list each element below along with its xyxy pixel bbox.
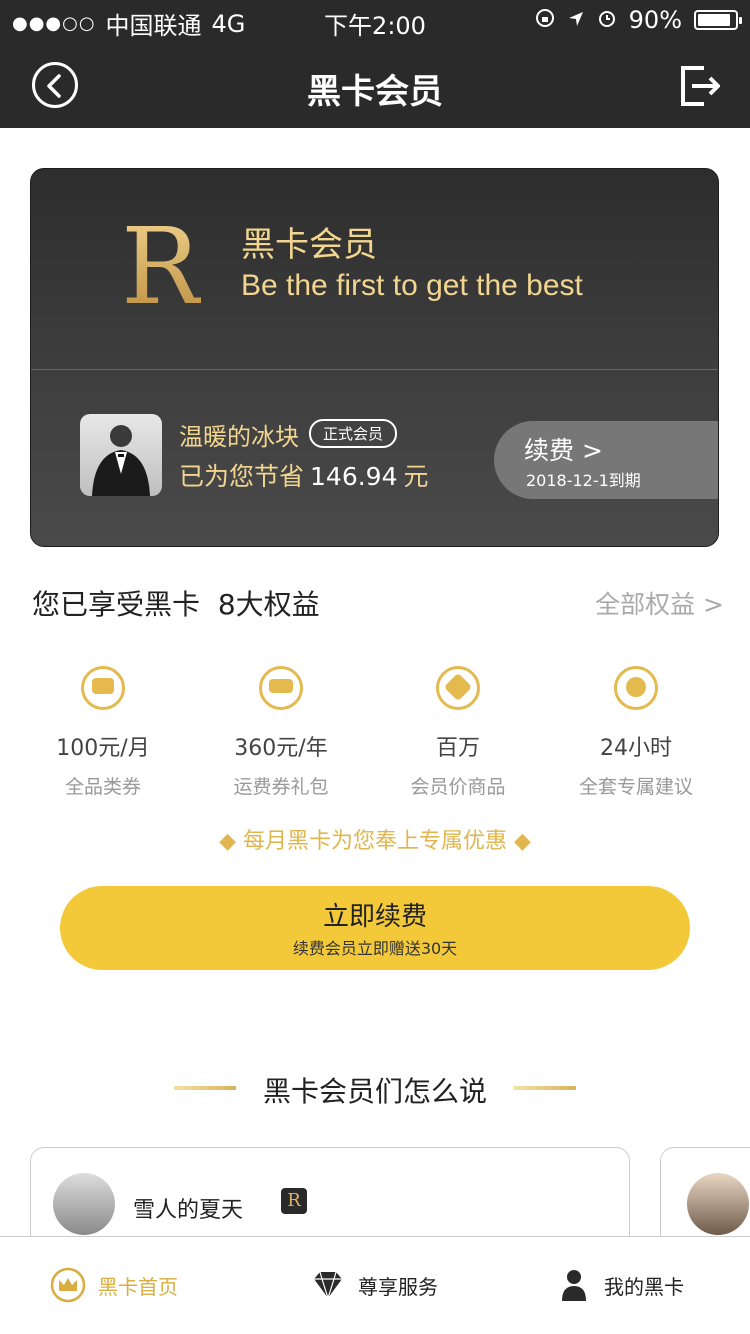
benefit-label: 运费券礼包 [233,776,329,798]
location-icon [567,6,585,34]
benefits-title-prefix: 您已享受黑卡 [32,588,201,621]
renew-pill-button[interactable]: 续费 > 2018-12-1到期 [494,421,718,499]
expiry-date: 2018-12-1到期 [526,471,641,490]
nav-bar: 黑卡会员 [0,40,750,128]
savings-prefix: 已为您节省 [179,462,305,491]
status-bar: ●●●○○ 中国联通 4G 下午2:00 90% [0,0,750,40]
reviewer-badge: R [281,1188,307,1214]
headset-icon [614,666,658,710]
renew-now-button[interactable]: 立即续费 续费会员立即赠送30天 [60,886,690,970]
user-icon [556,1267,592,1303]
benefits-title: 您已享受黑卡 8大权益 [32,583,320,623]
card-logo: R [121,205,201,328]
reviewer-avatar [53,1173,115,1235]
reviews-title: 黑卡会员们怎么说 [262,1075,487,1108]
reviewer-name: 雪人的夏天 [133,1198,244,1223]
benefit-value: 360元/年 [234,736,328,761]
benefit-label: 全品类券 [64,776,141,798]
renew-now-sublabel: 续费会员立即赠送30天 [292,939,458,958]
tag-icon [436,666,480,710]
alarm-icon [597,6,617,34]
benefit-item[interactable]: 100元/月 全品类券 [18,666,188,799]
exit-button[interactable] [678,64,722,108]
benefit-item[interactable]: 360元/年 运费券礼包 [196,666,366,799]
all-benefits-link[interactable]: 全部权益 > [595,585,724,621]
card-slogan: Be the first to get the best [241,269,583,302]
diamond-icon [310,1267,346,1303]
benefit-label: 会员价商品 [410,776,506,798]
renew-now-label: 立即续费 [322,902,427,932]
monthly-promo-text: ◆ 每月黑卡为您奉上专属优惠 ◆ [219,829,531,854]
logout-icon [681,66,720,106]
savings-text: 已为您节省 146.94 元 [179,457,429,493]
card-divider [31,369,718,370]
card-title: 黑卡会员 [241,225,377,265]
member-avatar [80,414,162,496]
lock-rotation-icon [535,6,555,34]
benefit-value: 百万 [435,736,480,761]
tab-bar: 黑卡首页 尊享服务 我的黑卡 [0,1236,750,1334]
reviewer-avatar [687,1173,749,1235]
battery-percent: 90% [628,6,682,34]
benefit-item[interactable]: 24小时 全套专属建议 [551,666,721,799]
section-divider-right [514,1086,576,1090]
tab-label: 黑卡首页 [98,1274,178,1299]
benefits-count: 8大权益 [217,588,320,621]
savings-amount: 146.94 [310,462,398,491]
benefit-item[interactable]: 百万 会员价商品 [373,666,543,799]
tab-home[interactable]: 黑卡首页 [50,1267,178,1303]
tab-label: 尊享服务 [358,1274,438,1299]
black-card: R 黑卡会员 Be the first to get the best 温暖的冰… [30,168,719,547]
crown-icon [50,1267,86,1303]
renew-pill-label: 续费 > [524,436,603,465]
coupon-icon [81,666,125,710]
tab-services[interactable]: 尊享服务 [310,1267,438,1303]
page-title: 黑卡会员 [307,72,443,112]
benefit-value: 100元/月 [56,736,150,761]
tab-label: 我的黑卡 [604,1274,684,1299]
truck-icon [259,666,303,710]
battery-icon [694,10,742,30]
member-name: 温暖的冰块 [179,423,299,451]
tab-my-card[interactable]: 我的黑卡 [556,1267,684,1303]
member-status-badge: 正式会员 [309,419,398,448]
benefit-label: 全套专属建议 [578,776,693,798]
savings-unit: 元 [403,462,429,491]
benefit-value: 24小时 [600,736,672,761]
